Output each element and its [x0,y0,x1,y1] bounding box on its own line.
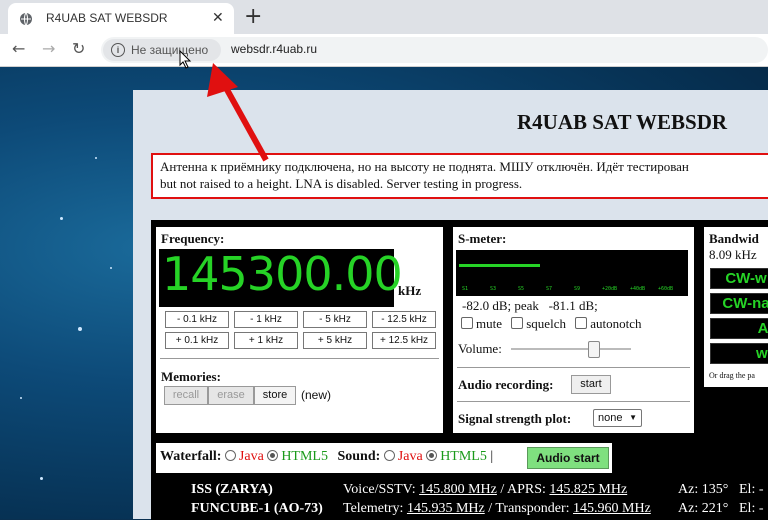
mouse-cursor-icon [179,50,192,69]
annotation-arrow-icon [207,63,269,162]
